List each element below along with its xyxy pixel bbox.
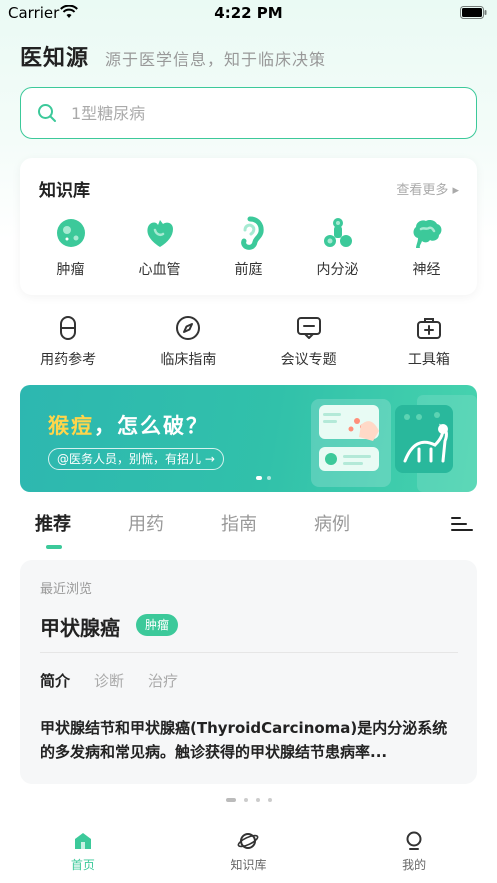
endocrine-icon <box>323 218 352 247</box>
recent-browse-card[interactable]: 最近浏览 甲状腺癌 肿瘤 简介 诊断 治疗 甲状腺结节和甲状腺癌(Thyroid… <box>20 560 477 784</box>
brain-icon <box>413 220 441 248</box>
subtab-intro[interactable]: 简介 <box>40 670 70 691</box>
tab-indicator <box>46 545 62 549</box>
banner-dot <box>256 476 262 480</box>
nav-label: 知识库 <box>230 858 267 872</box>
compass-icon <box>176 316 201 340</box>
subtab-treatment[interactable]: 治疗 <box>148 670 178 691</box>
brand-header: 医知源 源于医学信息，知于临床决策 <box>20 40 327 71</box>
tool-label: 用药参考 <box>40 352 97 368</box>
heart-icon <box>146 220 173 247</box>
recent-title: 甲状腺癌 <box>40 616 120 640</box>
tab-guidelines[interactable]: 指南 <box>221 510 257 536</box>
battery-icon <box>460 6 487 19</box>
app-title: 医知源 <box>20 46 90 71</box>
tab-cases[interactable]: 病例 <box>314 510 350 536</box>
banner-pagination <box>256 476 271 480</box>
content-tabs: 推荐 用药 指南 病例 <box>0 510 497 550</box>
tool-label: 工具箱 <box>407 352 450 368</box>
pill-icon <box>60 316 77 340</box>
search-icon <box>38 104 56 122</box>
recent-subtabs: 简介 诊断 治疗 <box>40 670 178 691</box>
tool-conference[interactable]: 会议专题 <box>264 315 354 369</box>
tool-drug-reference[interactable]: 用药参考 <box>23 315 113 369</box>
recent-label: 最近浏览 <box>40 582 93 597</box>
nav-knowledge-base[interactable]: 知识库 <box>198 823 298 883</box>
kb-item-label: 前庭 <box>234 262 263 278</box>
conference-icon <box>296 317 321 339</box>
nav-home[interactable]: 首页 <box>33 823 133 883</box>
kb-item-vestibular[interactable]: 前庭 <box>214 216 284 279</box>
search-bar[interactable] <box>20 87 477 139</box>
nav-label: 我的 <box>402 858 427 872</box>
page-dot <box>255 798 260 802</box>
category-badge: 肿瘤 <box>136 614 179 636</box>
banner-title: 猴痘，怎么破？ <box>48 414 209 438</box>
tool-toolbox[interactable]: 工具箱 <box>384 315 474 369</box>
kb-item-label: 肿瘤 <box>56 262 85 278</box>
kb-item-label: 神经 <box>412 262 441 278</box>
tab-recommend[interactable]: 推荐 <box>35 510 71 536</box>
bottom-navigation: 首页 知识库 我的 <box>0 823 497 883</box>
recent-description: 甲状腺结节和甲状腺癌(ThyroidCarcinoma)是内分泌系统的多发病和常… <box>40 719 448 761</box>
menu-icon[interactable] <box>451 516 473 532</box>
status-bar: Carrier 4:22 PM <box>0 0 497 26</box>
status-time: 4:22 PM <box>214 4 283 22</box>
kb-item-neurology[interactable]: 神经 <box>392 216 462 279</box>
tool-clinical-guide[interactable]: 临床指南 <box>143 315 233 369</box>
monkey-illustration <box>311 395 477 492</box>
promo-banner[interactable]: 猴痘，怎么破？ @医务人员，别慌，有招儿 → <box>20 385 477 492</box>
kb-item-endocrine[interactable]: 内分泌 <box>303 216 373 279</box>
banner-dot <box>267 476 271 480</box>
see-more-link[interactable]: 查看更多 ▸ <box>396 179 459 198</box>
kb-item-label: 心血管 <box>138 262 181 278</box>
kb-item-label: 内分泌 <box>316 262 359 278</box>
page-dot <box>243 798 248 802</box>
tool-label: 会议专题 <box>280 352 337 368</box>
app-slogan: 源于医学信息，知于临床决策 <box>105 50 327 69</box>
nav-label: 首页 <box>70 858 95 872</box>
page-dot <box>225 798 236 802</box>
tab-medication[interactable]: 用药 <box>128 510 164 536</box>
divider <box>40 652 458 653</box>
knowledge-base-title: 知识库 <box>39 181 90 201</box>
subtab-diagnosis[interactable]: 诊断 <box>94 670 124 691</box>
banner-subtitle: @医务人员，别慌，有招儿 → <box>48 448 224 470</box>
toolbox-icon <box>416 318 441 339</box>
search-input[interactable] <box>71 103 431 123</box>
knowledge-base-card: 知识库 查看更多 ▸ 肿瘤 心血管 前庭 内分泌 神经 <box>20 158 477 295</box>
page-dot <box>267 798 272 802</box>
tool-label: 临床指南 <box>160 352 217 368</box>
kb-item-tumor[interactable]: 肿瘤 <box>36 216 106 279</box>
user-icon <box>406 831 422 850</box>
tumor-icon <box>56 219 85 247</box>
home-icon <box>74 833 91 849</box>
ear-icon <box>240 216 264 250</box>
card-pagination <box>0 798 497 802</box>
nav-profile[interactable]: 我的 <box>364 823 464 883</box>
planet-icon <box>238 833 259 849</box>
tools-row: 用药参考 临床指南 会议专题 工具箱 <box>0 315 497 369</box>
kb-item-cardiovascular[interactable]: 心血管 <box>125 216 195 279</box>
